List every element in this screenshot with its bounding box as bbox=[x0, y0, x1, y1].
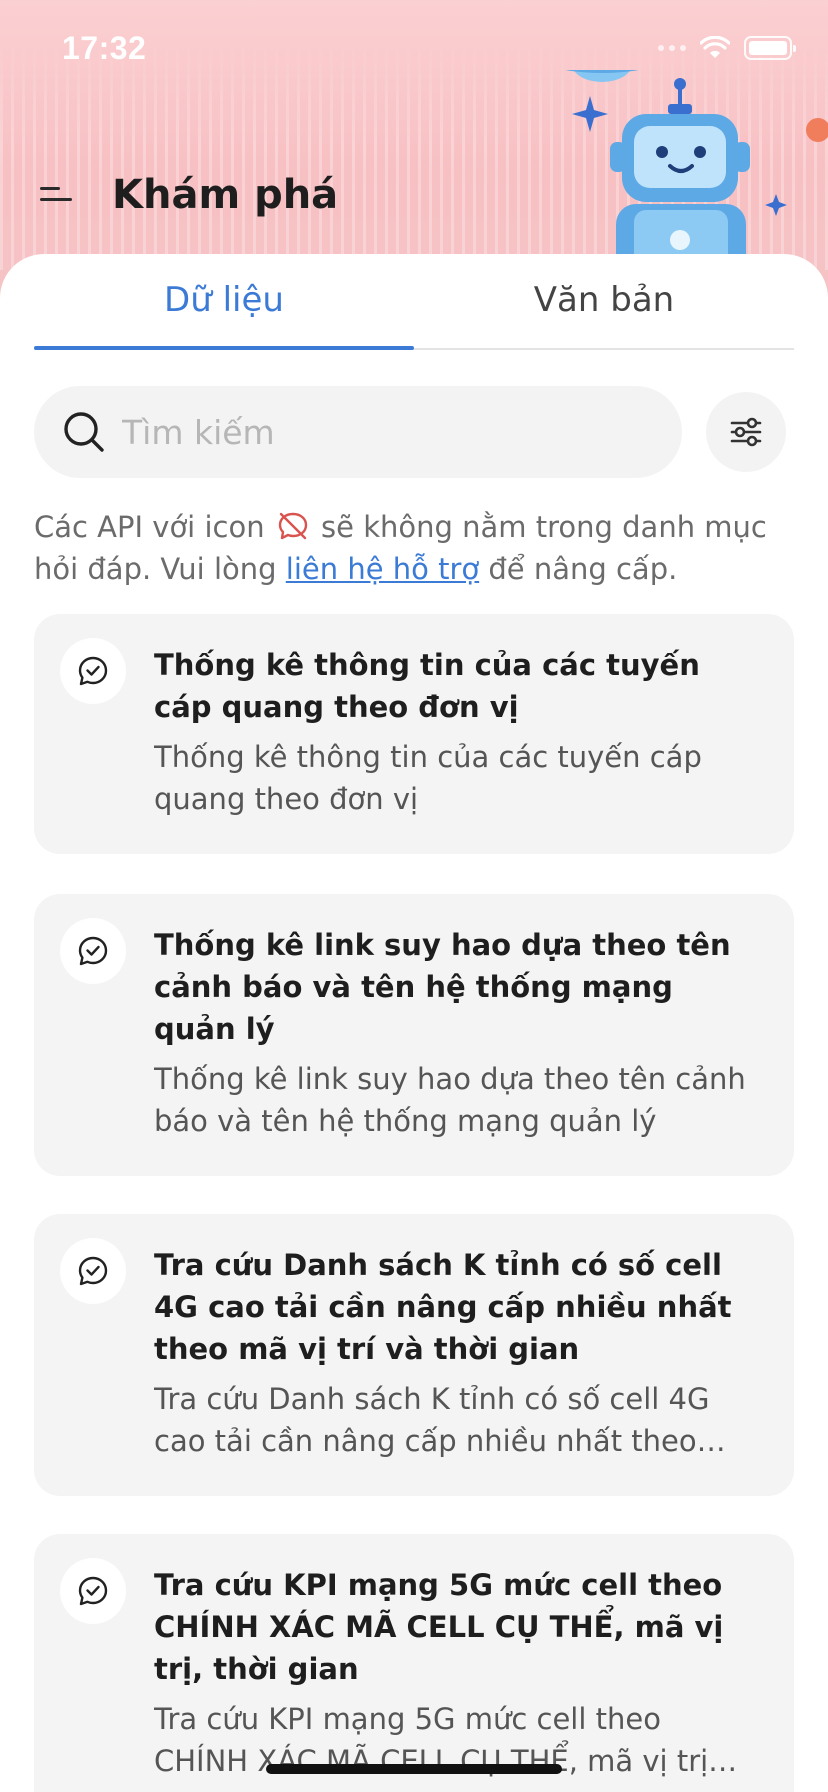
check-chat-icon bbox=[60, 918, 126, 984]
api-card[interactable]: Thống kê link suy hao dựa theo tên cảnh … bbox=[34, 894, 794, 1176]
api-card[interactable]: Tra cứu Danh sách K tỉnh có số cell 4G c… bbox=[34, 1214, 794, 1496]
card-title: Tra cứu Danh sách K tỉnh có số cell 4G c… bbox=[154, 1248, 732, 1366]
check-chat-icon bbox=[60, 638, 126, 704]
contact-support-link[interactable]: liên hệ hỗ trợ bbox=[286, 552, 479, 586]
active-tab-indicator bbox=[34, 346, 414, 350]
no-chat-icon bbox=[278, 512, 308, 540]
page-title: Khám phá bbox=[112, 172, 339, 218]
filter-icon bbox=[730, 417, 762, 447]
notice-text-1: Các API với icon bbox=[34, 510, 265, 544]
menu-icon bbox=[40, 187, 60, 190]
api-card[interactable]: Tra cứu KPI mạng 5G mức cell theo CHÍNH … bbox=[34, 1534, 794, 1792]
api-card[interactable]: Thống kê thông tin của các tuyến cáp qua… bbox=[34, 614, 794, 854]
status-icons bbox=[658, 36, 796, 60]
check-chat-icon bbox=[60, 1238, 126, 1304]
content-sheet: Dữ liệu Văn bản Các API với icon sẽ khôn… bbox=[0, 254, 828, 1792]
tab-data[interactable]: Dữ liệu bbox=[34, 280, 414, 320]
status-time: 17:32 bbox=[62, 30, 147, 66]
card-description: Thống kê link suy hao dựa theo tên cảnh … bbox=[154, 1062, 746, 1138]
search-input[interactable] bbox=[122, 406, 642, 458]
notice-text-3: để nâng cấp. bbox=[488, 552, 678, 586]
card-title: Thống kê thông tin của các tuyến cáp qua… bbox=[154, 648, 700, 724]
signal-icon bbox=[658, 45, 686, 51]
wifi-icon bbox=[700, 36, 730, 58]
tab-bar: Dữ liệu Văn bản bbox=[34, 254, 794, 350]
card-description: Tra cứu Danh sách K tỉnh có số cell 4G c… bbox=[154, 1382, 710, 1458]
search-icon bbox=[64, 412, 104, 452]
search-bar bbox=[34, 386, 682, 478]
api-notice: Các API với icon sẽ không nằm trong danh… bbox=[34, 506, 804, 590]
menu-button[interactable] bbox=[36, 180, 76, 210]
battery-icon bbox=[744, 36, 796, 60]
robot-illustration bbox=[565, 70, 828, 270]
card-title: Thống kê link suy hao dựa theo tên cảnh … bbox=[154, 928, 731, 1046]
card-description: Thống kê thông tin của các tuyến cáp qua… bbox=[154, 740, 702, 816]
check-chat-icon bbox=[60, 1558, 126, 1624]
card-title: Tra cứu KPI mạng 5G mức cell theo CHÍNH … bbox=[154, 1568, 724, 1686]
filter-button[interactable] bbox=[706, 392, 786, 472]
tab-text[interactable]: Văn bản bbox=[414, 280, 794, 320]
home-indicator[interactable] bbox=[266, 1764, 562, 1774]
